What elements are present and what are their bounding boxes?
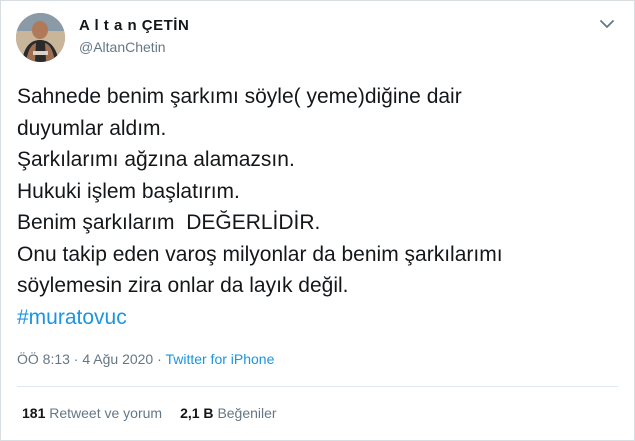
author-name[interactable]: A l t a n ÇETİN	[79, 17, 189, 34]
tweet-source-link[interactable]: Twitter for iPhone	[165, 351, 274, 367]
tweet-line: söylemesin zira onlar da layık değil.	[17, 274, 349, 297]
likes-count: 2,1 B	[180, 405, 214, 421]
tweet-line: Şarkılarımı ağzına alamazsın.	[17, 148, 295, 171]
divider	[17, 386, 618, 387]
tweet-line: duyumlar aldım.	[17, 116, 167, 140]
tweet-line: Onu takip eden varoş milyonlar da benim …	[17, 242, 503, 266]
meta-separator: ·	[153, 351, 166, 367]
tweet-line: Hukuki işlem başlatırım.	[17, 179, 240, 203]
hashtag-link[interactable]: #muratovuc	[17, 302, 617, 334]
tweet-meta: ÖÖ 8:13 · 4 Ağu 2020 · Twitter for iPhon…	[17, 351, 274, 367]
retweets-label: Retweet ve yorum	[49, 405, 163, 421]
avatar[interactable]	[16, 13, 65, 62]
tweet-line: Sahnede benim şarkımı söyle( yeme)diğine…	[17, 85, 462, 108]
likes-label: Beğeniler	[217, 405, 277, 421]
tweet-text: Sahnede benim şarkımı söyle( yeme)diğine…	[17, 81, 617, 333]
tweet-time[interactable]: ÖÖ 8:13	[17, 351, 70, 367]
tweet-card: A l t a n ÇETİN @AltanChetin Sahnede ben…	[0, 0, 635, 441]
tweet-stats: 181 Retweet ve yorum 2,1 B Beğeniler	[22, 405, 277, 421]
retweets-count: 181	[22, 405, 46, 421]
meta-separator: ·	[69, 351, 83, 367]
chevron-down-icon[interactable]	[598, 15, 616, 33]
tweet-line: Benim şarkılarım DEĞERLİDİR.	[17, 211, 321, 234]
likes-stat[interactable]: 2,1 B Beğeniler	[180, 405, 277, 421]
author-handle[interactable]: @AltanChetin	[79, 39, 166, 55]
tweet-date[interactable]: 4 Ağu 2020	[82, 351, 153, 367]
retweets-stat[interactable]: 181 Retweet ve yorum	[22, 405, 162, 421]
avatar-image	[16, 13, 65, 62]
